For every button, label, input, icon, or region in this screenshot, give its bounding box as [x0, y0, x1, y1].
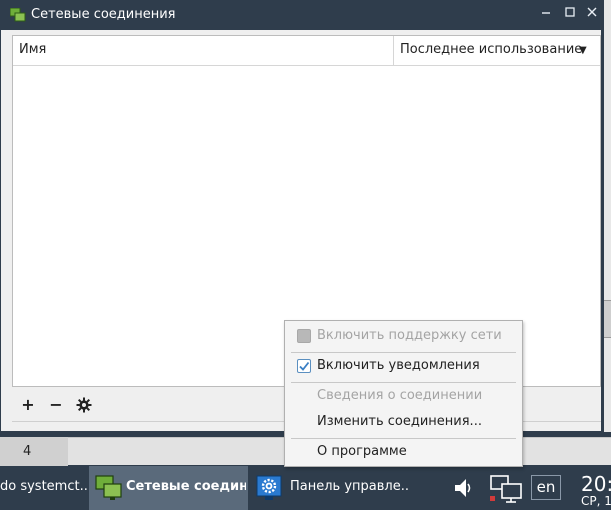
column-divider[interactable] [393, 36, 394, 65]
column-header-last-used[interactable]: Последнее использование [400, 42, 582, 57]
network-connections-icon [95, 475, 122, 500]
menu-item-enable-notifications[interactable]: Включить уведомления [285, 355, 522, 379]
taskbar-item-control-panel[interactable]: Панель управле... [250, 466, 410, 510]
maximize-icon [565, 7, 575, 17]
menu-item-label: Включить уведомления [317, 358, 480, 373]
add-connection-button[interactable]: + [18, 395, 38, 415]
taskbar-item-network-connections[interactable]: Сетевые соединения [89, 466, 248, 510]
settings-button[interactable] [74, 395, 94, 415]
control-panel-icon [256, 475, 282, 500]
taskbar-item-label: do systemct... [0, 479, 88, 494]
close-icon [587, 7, 597, 17]
menu-item-edit-connections[interactable]: Изменить соединения... [285, 411, 522, 435]
menu-item-about[interactable]: О программе [285, 441, 522, 465]
menu-separator [291, 382, 516, 383]
menu-separator [291, 438, 516, 439]
keyboard-layout-indicator[interactable]: en [531, 475, 561, 500]
network-monitor-icon[interactable] [490, 474, 524, 504]
window-title: Сетевые соединения [31, 7, 176, 22]
list-header: Имя Последнее использование ▼ [13, 36, 600, 66]
menu-item-label: Изменить соединения... [317, 414, 482, 429]
close-button[interactable] [583, 6, 601, 24]
speaker-icon[interactable] [452, 476, 476, 500]
window-titlebar[interactable]: Сетевые соединения [1, 0, 601, 30]
clock-time[interactable]: 20: [581, 472, 611, 496]
taskbar: do systemct... Сетевые соединения Панель… [0, 466, 611, 510]
network-connections-icon [10, 8, 26, 22]
desktop-edge-border [602, 0, 604, 437]
clock-date[interactable]: СР, 1 [581, 494, 611, 508]
menu-item-label: Сведения о соединении [317, 388, 483, 403]
menu-item-label: Включить поддержку сети [317, 328, 502, 343]
remove-connection-button[interactable]: − [46, 395, 66, 415]
tray-context-menu: Включить поддержку сети Включить уведомл… [284, 320, 523, 467]
sort-down-icon: ▼ [579, 45, 587, 56]
menu-item-label: О программе [317, 444, 407, 459]
desktop-edge [602, 0, 611, 437]
menu-item-connection-info[interactable]: Сведения о соединении [285, 385, 522, 409]
taskbar-item-terminal[interactable]: do systemct... [0, 466, 88, 510]
workspace-number: 4 [23, 444, 32, 459]
gear-icon [76, 397, 92, 413]
taskbar-item-label: Сетевые соединения [126, 479, 246, 494]
menu-item-enable-networking[interactable]: Включить поддержку сети [285, 325, 522, 349]
workspace-switcher[interactable]: 4 [0, 437, 68, 466]
maximize-button[interactable] [561, 6, 579, 24]
checkbox-checked-icon [297, 359, 311, 373]
taskbar-item-label: Панель управле... [290, 479, 408, 494]
menu-separator [291, 352, 516, 353]
column-header-name[interactable]: Имя [19, 42, 46, 57]
minimize-button[interactable] [537, 6, 555, 24]
desktop-edge-notch [604, 300, 611, 338]
minimize-icon [542, 12, 550, 14]
checkbox-icon [297, 329, 311, 343]
